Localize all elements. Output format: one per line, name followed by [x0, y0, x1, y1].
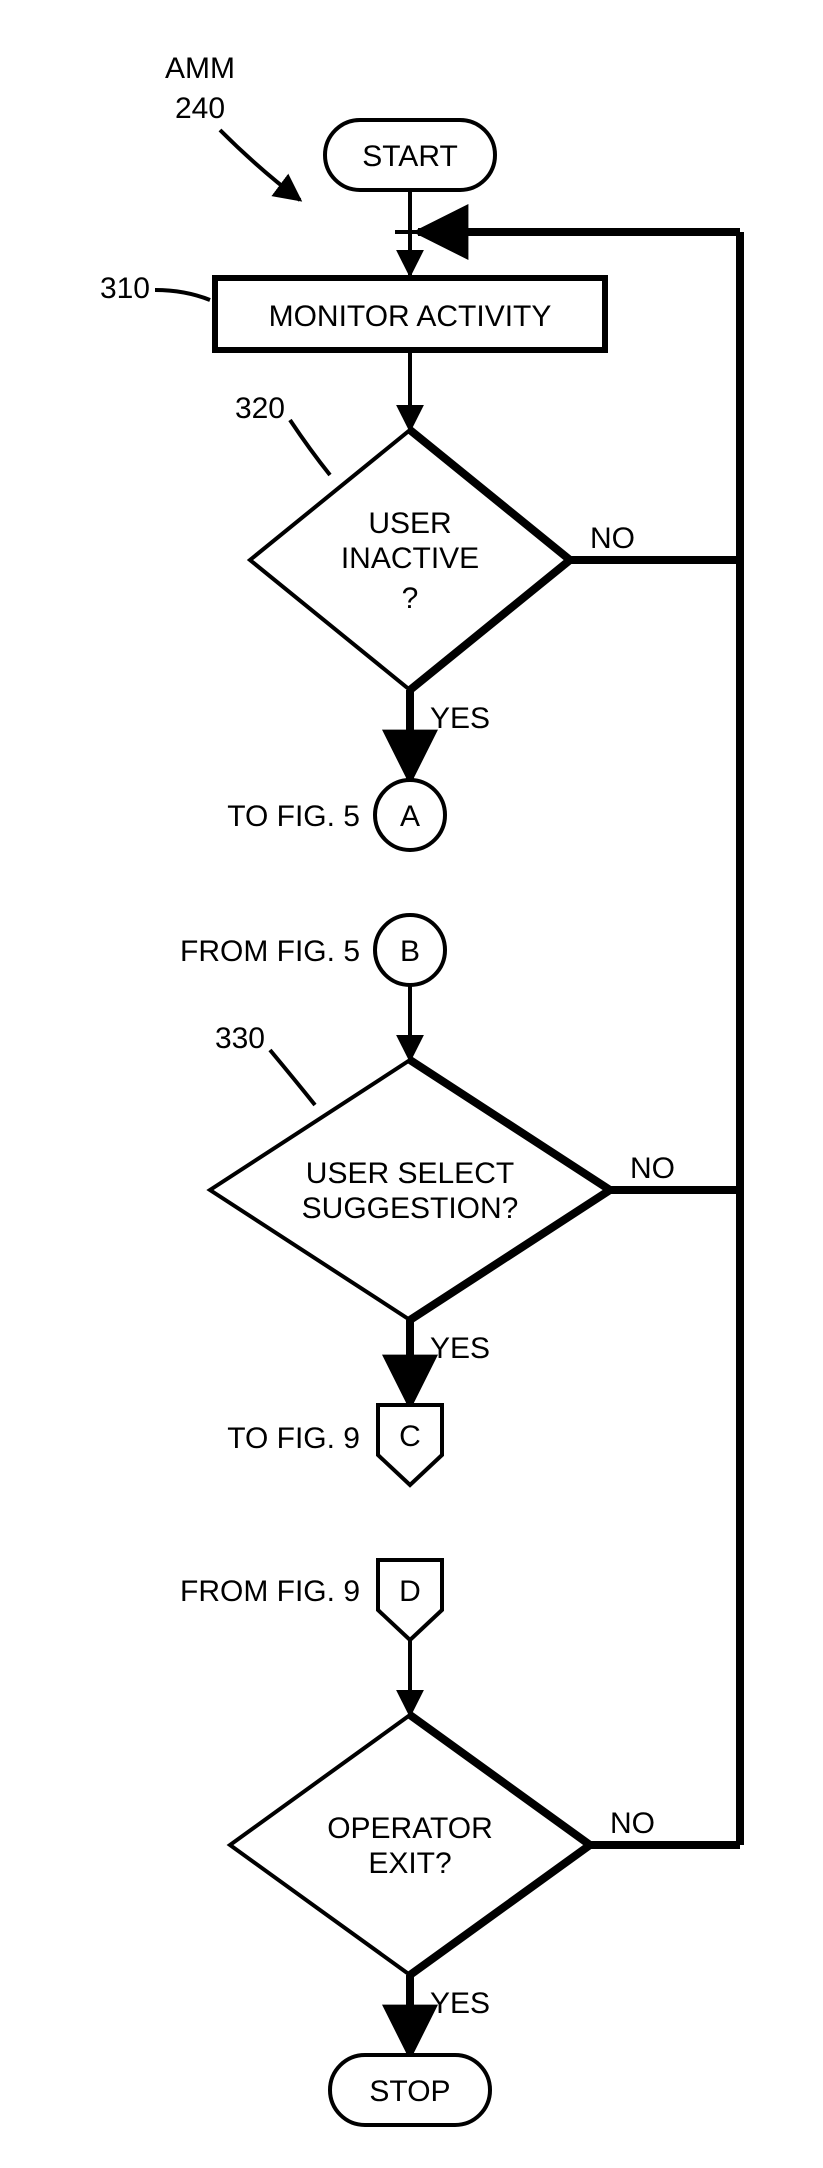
header-amm: AMM: [165, 52, 235, 85]
operator-exit-decision: OPERATOR EXIT?: [230, 1715, 590, 1975]
ref-310-pointer: [155, 290, 210, 300]
flowchart-diagram: AMM 240 START 310 MONITOR ACTIVITY 320 U…: [0, 0, 823, 2168]
edge-330-no: NO: [630, 1152, 675, 1185]
edge-330-yes-label: YES: [430, 1332, 490, 1365]
connector-c: C: [378, 1405, 442, 1485]
start-node: START: [325, 120, 495, 190]
note-a: TO FIG. 5: [227, 800, 360, 833]
ref-320-pointer: [290, 420, 330, 475]
connector-a: A: [375, 780, 445, 850]
note-b: FROM FIG. 5: [180, 935, 360, 968]
edge-320-no: NO: [590, 522, 635, 555]
connector-d-label: D: [399, 1575, 421, 1608]
edge-320-yes-label: YES: [430, 702, 490, 735]
connector-c-label: C: [399, 1420, 421, 1453]
connector-a-label: A: [400, 800, 420, 833]
monitor-activity-node: MONITOR ACTIVITY: [215, 278, 605, 350]
inactive-l2: INACTIVE: [341, 542, 479, 575]
header-amm-num: 240: [175, 92, 225, 125]
exit-l1: OPERATOR: [327, 1812, 493, 1845]
user-inactive-decision: USER INACTIVE ?: [250, 430, 570, 690]
edge-exit-yes-label: YES: [430, 1987, 490, 2020]
connector-d: D: [378, 1560, 442, 1640]
note-c: TO FIG. 9: [227, 1422, 360, 1455]
header-pointer: [220, 130, 300, 200]
ref-330: 330: [215, 1022, 265, 1055]
exit-l2: EXIT?: [368, 1847, 451, 1880]
select-l1: USER SELECT: [306, 1157, 514, 1190]
note-d: FROM FIG. 9: [180, 1575, 360, 1608]
connector-b-label: B: [400, 935, 420, 968]
ref-330-pointer: [270, 1050, 315, 1105]
ref-320: 320: [235, 392, 285, 425]
ref-310: 310: [100, 272, 150, 305]
user-select-decision: USER SELECT SUGGESTION?: [210, 1060, 610, 1320]
start-label: START: [362, 140, 458, 173]
inactive-l3: ?: [402, 582, 419, 615]
stop-label: STOP: [369, 2075, 450, 2108]
edge-exit-no: NO: [610, 1807, 655, 1840]
connector-b: B: [375, 915, 445, 985]
select-l2: SUGGESTION?: [302, 1192, 519, 1225]
inactive-l1: USER: [368, 507, 451, 540]
stop-node: STOP: [330, 2055, 490, 2125]
monitor-label: MONITOR ACTIVITY: [269, 300, 552, 333]
